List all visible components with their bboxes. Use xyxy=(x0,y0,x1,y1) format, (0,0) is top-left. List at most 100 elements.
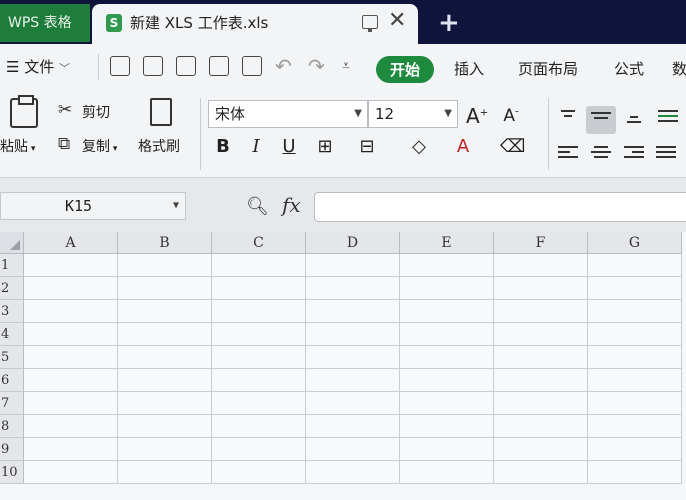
cell-g6[interactable] xyxy=(588,369,682,392)
row-header-9[interactable]: 9 xyxy=(0,438,24,461)
column-header-g[interactable]: G xyxy=(588,232,682,254)
cell-c1[interactable] xyxy=(212,254,306,277)
cell-c8[interactable] xyxy=(212,415,306,438)
cell-g7[interactable] xyxy=(588,392,682,415)
cell-b6[interactable] xyxy=(118,369,212,392)
cell-c3[interactable] xyxy=(212,300,306,323)
cell-d7[interactable] xyxy=(306,392,400,415)
cell-g4[interactable] xyxy=(588,323,682,346)
cell-d10[interactable] xyxy=(306,461,400,484)
save-icon[interactable] xyxy=(143,56,163,76)
undo-icon[interactable]: ↶ xyxy=(275,56,295,76)
cell-f2[interactable] xyxy=(494,277,588,300)
tab-insert[interactable]: 插入 xyxy=(454,58,484,79)
copy-icon[interactable]: ⧉ xyxy=(58,134,70,154)
cell-c2[interactable] xyxy=(212,277,306,300)
row-header-7[interactable]: 7 xyxy=(0,392,24,415)
underline-button[interactable]: U xyxy=(278,136,300,157)
insert-function-button[interactable]: fx xyxy=(282,193,301,217)
italic-button[interactable]: I xyxy=(245,136,267,157)
pin-window-icon[interactable] xyxy=(362,15,378,32)
font-name-select[interactable]: 宋体 ▼ xyxy=(208,100,368,128)
decrease-font-size-button[interactable]: A- xyxy=(500,106,522,126)
cell-a7[interactable] xyxy=(24,392,118,415)
cell-a3[interactable] xyxy=(24,300,118,323)
align-left-icon[interactable] xyxy=(558,146,578,162)
cell-a8[interactable] xyxy=(24,415,118,438)
cell-b9[interactable] xyxy=(118,438,212,461)
zoom-search-icon[interactable]: 🔍︎ xyxy=(246,196,269,217)
cell-c9[interactable] xyxy=(212,438,306,461)
cell-d2[interactable] xyxy=(306,277,400,300)
cell-e1[interactable] xyxy=(400,254,494,277)
column-header-e[interactable]: E xyxy=(400,232,494,254)
spreadsheet-grid[interactable]: A B C D E F G 1 2 3 4 5 6 7 8 9 10 xyxy=(0,232,686,500)
cell-c5[interactable] xyxy=(212,346,306,369)
cell-a9[interactable] xyxy=(24,438,118,461)
cell-f10[interactable] xyxy=(494,461,588,484)
column-header-f[interactable]: F xyxy=(494,232,588,254)
cell-c10[interactable] xyxy=(212,461,306,484)
cell-e8[interactable] xyxy=(400,415,494,438)
column-header-a[interactable]: A xyxy=(24,232,118,254)
export-pdf-icon[interactable] xyxy=(176,56,196,76)
formula-input[interactable] xyxy=(314,192,686,222)
paste-icon[interactable] xyxy=(10,95,38,128)
bold-button[interactable]: B xyxy=(212,136,234,157)
cell-f3[interactable] xyxy=(494,300,588,323)
scissors-icon[interactable]: ✂ xyxy=(58,100,72,120)
cell-e9[interactable] xyxy=(400,438,494,461)
format-painter-icon[interactable] xyxy=(150,98,172,126)
close-tab-icon[interactable]: ✕ xyxy=(388,8,406,33)
tab-formulas[interactable]: 公式 xyxy=(614,58,644,79)
column-header-d[interactable]: D xyxy=(306,232,400,254)
cell-e6[interactable] xyxy=(400,369,494,392)
indent-icon[interactable] xyxy=(658,110,678,126)
cell-e7[interactable] xyxy=(400,392,494,415)
cell-f4[interactable] xyxy=(494,323,588,346)
cell-e10[interactable] xyxy=(400,461,494,484)
tab-home[interactable]: 开始 xyxy=(376,56,435,83)
copy-button[interactable]: 复制 ▾ xyxy=(82,136,117,156)
cell-g8[interactable] xyxy=(588,415,682,438)
new-tab-icon[interactable]: + xyxy=(438,8,460,38)
app-tab[interactable]: WPS 表格 xyxy=(0,4,90,42)
align-center-icon[interactable] xyxy=(591,146,611,162)
cell-b1[interactable] xyxy=(118,254,212,277)
cell-a2[interactable] xyxy=(24,277,118,300)
file-menu[interactable]: ☰ 文件 ﹀ xyxy=(6,56,70,77)
cell-f9[interactable] xyxy=(494,438,588,461)
tab-page-layout[interactable]: 页面布局 xyxy=(518,58,578,79)
merge-cells-icon[interactable]: ⊟ xyxy=(356,136,378,157)
align-middle-icon[interactable] xyxy=(591,112,611,128)
document-tab[interactable]: S 新建 XLS 工作表.xls ✕ xyxy=(92,4,418,44)
cell-g10[interactable] xyxy=(588,461,682,484)
print-icon[interactable] xyxy=(209,56,229,76)
borders-icon[interactable]: ⊞ xyxy=(314,136,336,157)
align-top-icon[interactable] xyxy=(558,110,578,126)
cell-d1[interactable] xyxy=(306,254,400,277)
cell-e3[interactable] xyxy=(400,300,494,323)
justify-icon[interactable] xyxy=(656,146,676,162)
cell-d3[interactable] xyxy=(306,300,400,323)
cell-e4[interactable] xyxy=(400,323,494,346)
cell-f6[interactable] xyxy=(494,369,588,392)
clear-format-icon[interactable]: ⌫ xyxy=(500,136,525,157)
open-folder-icon[interactable] xyxy=(110,56,130,76)
paste-button[interactable]: 粘贴 ▾ xyxy=(0,136,35,156)
cell-g1[interactable] xyxy=(588,254,682,277)
cell-d4[interactable] xyxy=(306,323,400,346)
name-box[interactable]: K15 ▼ xyxy=(0,192,186,220)
format-painter-button[interactable]: 格式刷 xyxy=(138,136,180,156)
align-right-icon[interactable] xyxy=(624,146,644,162)
row-header-10[interactable]: 10 xyxy=(0,461,24,484)
cell-c6[interactable] xyxy=(212,369,306,392)
cell-b10[interactable] xyxy=(118,461,212,484)
cell-b4[interactable] xyxy=(118,323,212,346)
row-header-8[interactable]: 8 xyxy=(0,415,24,438)
font-size-select[interactable]: 12 ▼ xyxy=(368,100,458,128)
cell-g3[interactable] xyxy=(588,300,682,323)
cell-c4[interactable] xyxy=(212,323,306,346)
cell-d8[interactable] xyxy=(306,415,400,438)
cell-a4[interactable] xyxy=(24,323,118,346)
